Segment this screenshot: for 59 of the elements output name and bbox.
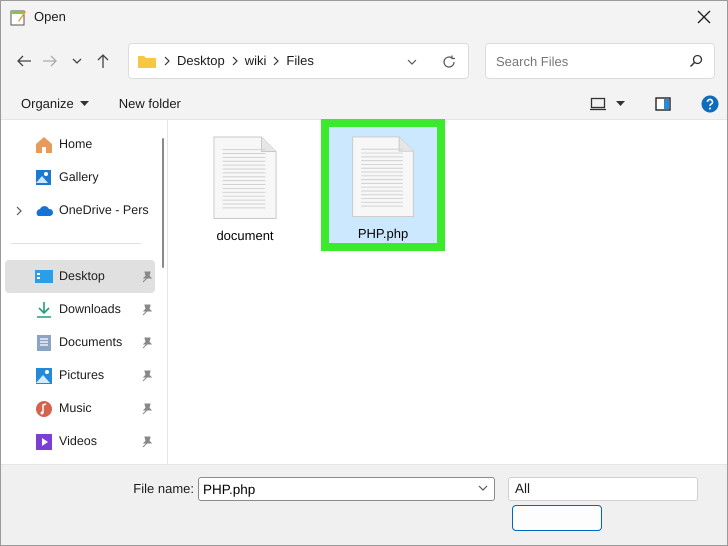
breadcrumb-link[interactable]: Desktop (177, 51, 225, 71)
breadcrumb-link[interactable]: Files (286, 51, 314, 71)
document-icon (212, 136, 278, 220)
pin-icon (141, 270, 153, 282)
notepad-icon (9, 8, 27, 26)
window-title: Open (34, 8, 66, 26)
pin-icon (141, 370, 153, 382)
download-icon (35, 300, 53, 318)
picture-icon (35, 366, 53, 384)
preview-pane-icon (655, 97, 671, 111)
organize-menu-button[interactable]: Organize (21, 94, 89, 114)
document-icon (350, 136, 416, 218)
preview-pane-button[interactable] (655, 97, 671, 111)
folder-icon (137, 53, 157, 69)
sidebar-item[interactable]: Music (5, 392, 155, 425)
sidebar-item[interactable]: Pictures (5, 359, 155, 392)
expand-chevron-icon (15, 206, 23, 216)
file-item[interactable]: document (196, 126, 294, 246)
file-name-label: File name: (132, 480, 195, 498)
music-icon (35, 400, 53, 418)
caret-icon (80, 101, 89, 107)
pin-icon (141, 436, 153, 448)
search-field[interactable]: Search Files (485, 43, 715, 79)
sidebar-item[interactable]: Desktop (5, 260, 155, 293)
refresh-icon (442, 54, 456, 69)
breadcrumb-link[interactable]: wiki (244, 51, 266, 71)
video-icon (35, 432, 53, 450)
monitor-icon (590, 97, 606, 111)
help-button[interactable] (701, 95, 719, 113)
search-icon (689, 54, 703, 68)
pin-icon (141, 402, 153, 414)
view-menu-button[interactable] (590, 97, 625, 111)
caret-icon (616, 101, 625, 107)
chevron-right-icon (163, 56, 171, 66)
help-icon (701, 95, 719, 113)
sidebar-item[interactable]: OneDrive - Pers (5, 194, 155, 227)
pin-icon (141, 304, 153, 316)
dialog-button[interactable] (512, 505, 602, 531)
chevron-right-icon (272, 56, 280, 66)
close-icon (697, 10, 711, 24)
new-folder-button[interactable]: New folder (118, 94, 181, 114)
file-item[interactable]: PHP.php (328, 126, 438, 244)
file-type-dropdown[interactable]: All (508, 477, 698, 501)
desktop-icon (35, 268, 53, 286)
sidebar-item[interactable]: Gallery (5, 161, 155, 194)
sidebar-item[interactable]: Documents (5, 326, 155, 359)
back-arrow-icon (16, 53, 32, 69)
sidebar-item[interactable]: Home (5, 128, 155, 161)
address-bar[interactable]: Desktop wiki Files (128, 43, 469, 79)
file-name-field[interactable]: PHP.php (198, 477, 495, 501)
pin-icon (141, 336, 153, 348)
gallery-icon (35, 168, 53, 186)
document-icon (35, 334, 53, 352)
sidebar-item[interactable]: Downloads (5, 293, 155, 326)
chevron-right-icon (230, 56, 239, 66)
home-icon (35, 136, 53, 154)
scrollbar-thumb[interactable] (162, 138, 164, 268)
sidebar-item[interactable]: Videos (5, 425, 155, 458)
forward-arrow-icon (42, 53, 58, 69)
